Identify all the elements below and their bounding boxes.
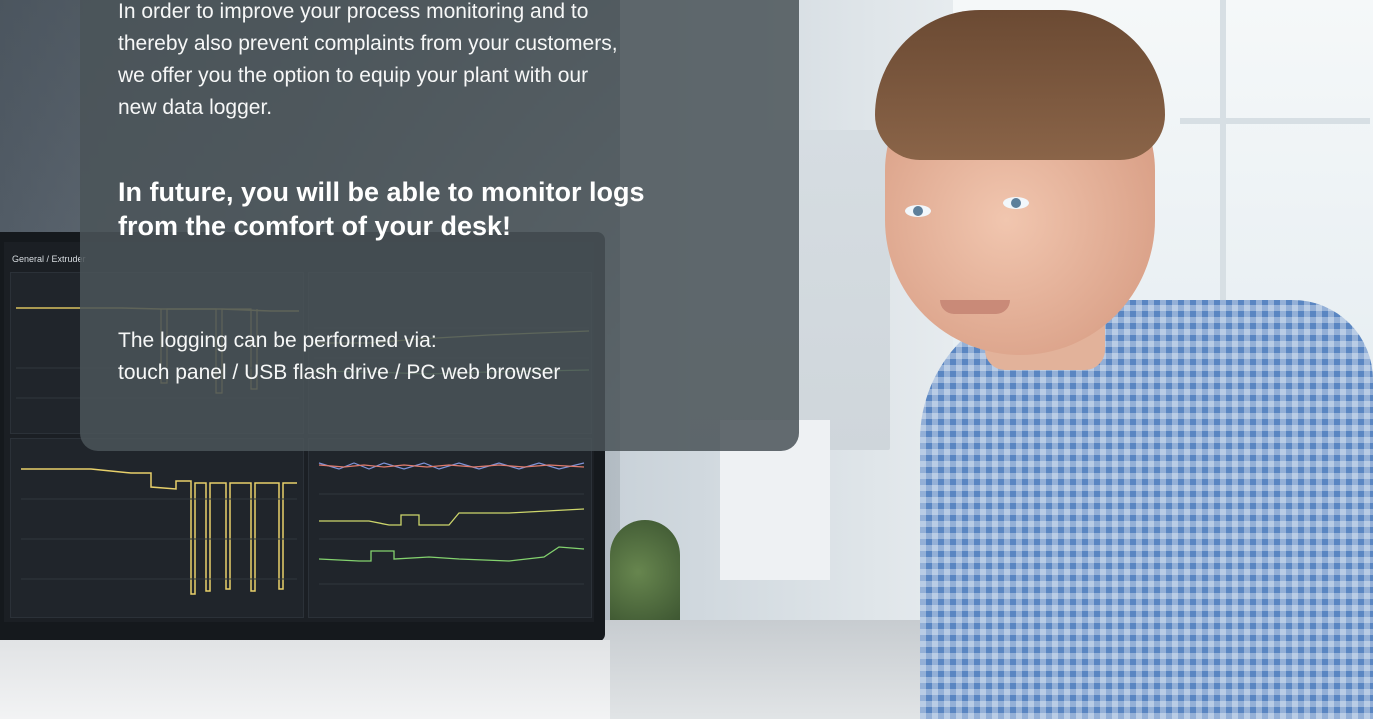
person-shirt — [920, 300, 1373, 719]
window-frame — [1180, 118, 1370, 124]
monitor-stand — [0, 640, 610, 719]
line-chart — [21, 468, 297, 595]
person-eye — [1003, 197, 1029, 209]
info-card: In order to improve your process monitor… — [80, 0, 799, 451]
person-eye — [905, 205, 931, 217]
intro-text: In order to improve your process monitor… — [118, 0, 618, 119]
headline: In future, you will be able to monitor l… — [118, 177, 645, 241]
line-chart — [318, 462, 585, 585]
logging-methods-text: The logging can be performed via: touch … — [118, 329, 561, 384]
chart-panel — [10, 438, 304, 618]
person-mouth — [940, 300, 1010, 314]
person-hair — [875, 10, 1165, 160]
dashboard-title: General / Extruder — [12, 254, 86, 264]
chart-panel — [308, 438, 592, 618]
